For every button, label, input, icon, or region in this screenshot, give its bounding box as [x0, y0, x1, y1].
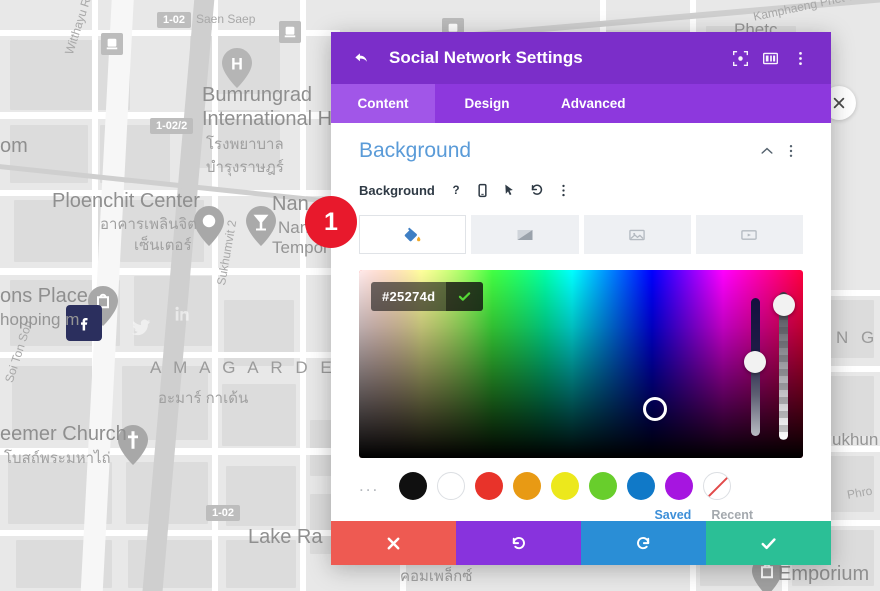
- tab-recent[interactable]: Recent: [711, 508, 753, 521]
- background-type-tabs: [359, 215, 803, 254]
- cancel-button[interactable]: [331, 521, 456, 565]
- route-shield: 1-02: [206, 505, 241, 521]
- tab-design[interactable]: Design: [435, 84, 539, 123]
- bgtype-video-tab[interactable]: [695, 215, 803, 254]
- facebook-icon[interactable]: [66, 305, 102, 341]
- tab-advanced[interactable]: Advanced: [539, 84, 648, 123]
- reset-icon[interactable]: [528, 181, 546, 199]
- map-label: คอมเพล็กซ์: [400, 568, 473, 585]
- color-picker-cursor[interactable]: [643, 397, 667, 421]
- church-pin-icon: [118, 425, 148, 465]
- modal-body: Background Background ? #25274d ... Save…: [331, 123, 831, 521]
- tab-saved[interactable]: Saved: [654, 508, 691, 521]
- modal-footer: [331, 521, 831, 565]
- more-vertical-icon[interactable]: [779, 139, 803, 163]
- field-label: Background: [359, 182, 435, 198]
- swatch-transparent[interactable]: [703, 472, 731, 500]
- saturation-slider-handle[interactable]: [744, 351, 766, 373]
- help-icon[interactable]: ?: [447, 181, 465, 199]
- twitter-icon[interactable]: [128, 314, 154, 340]
- hex-value-badge[interactable]: #25274d: [371, 282, 484, 311]
- route-shield: 1-02/2: [150, 118, 194, 134]
- bar-pin-icon: [246, 206, 276, 246]
- back-arrow-icon[interactable]: [347, 43, 377, 73]
- tab-content[interactable]: Content: [331, 84, 435, 123]
- transit-icon: [279, 21, 301, 43]
- responsive-device-icon[interactable]: [474, 181, 492, 199]
- page-title: Social Network Settings: [389, 48, 583, 67]
- color-swatch-row: ...: [359, 472, 803, 500]
- settings-modal: Social Network Settings Content Design A…: [331, 32, 831, 565]
- modal-tabs: Content Design Advanced: [331, 84, 831, 123]
- swatch-white[interactable]: [437, 472, 465, 500]
- check-icon[interactable]: [446, 282, 484, 311]
- hover-cursor-icon[interactable]: [501, 181, 519, 199]
- swatch-yellow[interactable]: [551, 472, 579, 500]
- map-road: [0, 530, 340, 536]
- swatch-green[interactable]: [589, 472, 617, 500]
- save-button[interactable]: [706, 521, 831, 565]
- svg-text:?: ?: [452, 185, 459, 197]
- route-shield: 1-02: [157, 12, 192, 28]
- map-block: [226, 540, 296, 588]
- map-road: [300, 0, 306, 591]
- section-header: Background: [359, 139, 803, 163]
- undo-button[interactable]: [456, 521, 581, 565]
- linkedin-icon[interactable]: [170, 302, 194, 326]
- expand-icon[interactable]: [725, 43, 755, 73]
- swatch-purple[interactable]: [665, 472, 693, 500]
- field-row: Background ?: [359, 181, 803, 199]
- map-block: [128, 540, 212, 588]
- bgtype-gradient-tab[interactable]: [471, 215, 579, 254]
- chevron-up-icon[interactable]: [755, 139, 779, 163]
- more-vertical-icon[interactable]: [555, 181, 573, 199]
- place-pin-icon: [194, 206, 224, 246]
- color-picker-canvas[interactable]: #25274d: [359, 270, 803, 458]
- screen: 1-02 1-02/2 1-02 H om Witthayu Rd Soi To…: [0, 0, 880, 591]
- more-vertical-icon[interactable]: [785, 43, 815, 73]
- section-title: Background: [359, 139, 472, 162]
- swatch-black[interactable]: [399, 472, 427, 500]
- palette-tabs: Saved Recent: [359, 508, 803, 521]
- modal-header: Social Network Settings: [331, 32, 831, 84]
- hospital-pin-icon: H: [222, 48, 252, 88]
- hex-value-text: #25274d: [382, 289, 436, 304]
- bgtype-image-tab[interactable]: [583, 215, 691, 254]
- redo-button[interactable]: [581, 521, 706, 565]
- transit-icon: [101, 33, 123, 55]
- swatch-orange[interactable]: [513, 472, 541, 500]
- layout-split-icon[interactable]: [755, 43, 785, 73]
- map-block: [222, 384, 296, 446]
- bgtype-color-tab[interactable]: [359, 215, 467, 254]
- swatch-blue[interactable]: [627, 472, 655, 500]
- map-road: [212, 0, 218, 591]
- opacity-slider-handle[interactable]: [773, 294, 795, 316]
- step-number-badge: 1: [305, 196, 357, 248]
- swatch-red[interactable]: [475, 472, 503, 500]
- svg-text:H: H: [231, 55, 243, 73]
- more-swatches-button[interactable]: ...: [359, 476, 389, 496]
